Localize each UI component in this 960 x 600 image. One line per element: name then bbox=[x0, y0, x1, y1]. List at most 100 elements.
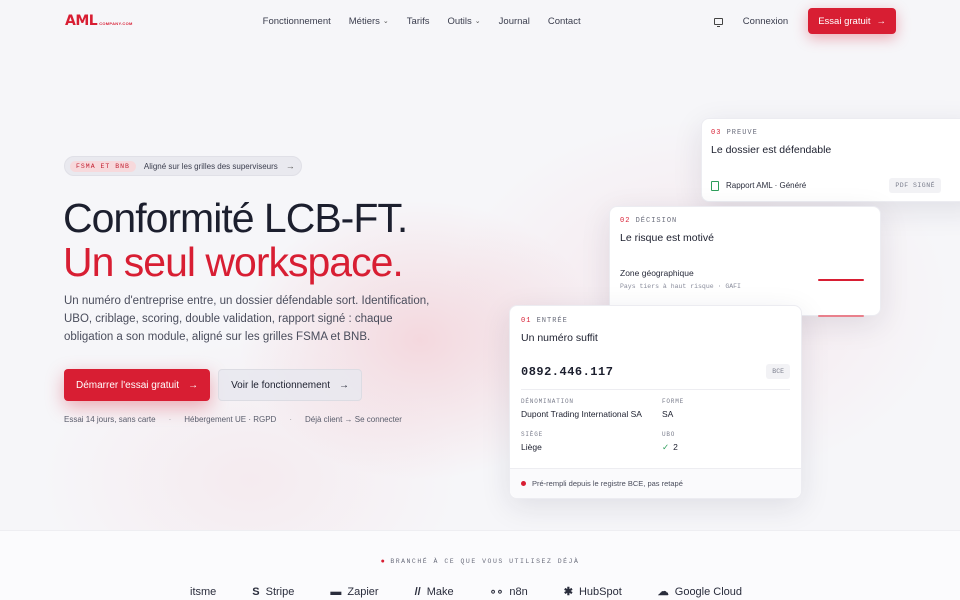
company-fields: DÉNOMINATION Dupont Trading Internationa… bbox=[521, 398, 790, 453]
report-row: Rapport AML · Généré PDF SIGNÉ bbox=[711, 178, 960, 193]
status-dot bbox=[521, 481, 526, 486]
prefill-note: Pré-rempli depuis le registre BCE, pas r… bbox=[510, 468, 801, 498]
logo-label: n8n bbox=[509, 585, 528, 598]
document-icon bbox=[711, 180, 719, 191]
risk-bar bbox=[818, 315, 864, 317]
card-title: Le risque est motivé bbox=[620, 232, 714, 244]
nav-link-label: Fonctionnement bbox=[262, 15, 331, 27]
pdf-signed-tag: PDF SIGNÉ bbox=[889, 178, 941, 193]
nav-link-tarifs[interactable]: Tarifs bbox=[407, 16, 430, 27]
company-number-row: 0892.446.117 BCE bbox=[521, 364, 790, 379]
decision-card: 02 DÉCISION Le risque est motivé Zone gé… bbox=[609, 206, 881, 317]
field-value: Dupont Trading International SA bbox=[521, 409, 642, 419]
bce-tag: BCE bbox=[766, 364, 790, 379]
trial-button[interactable]: Essai gratuit → bbox=[808, 8, 896, 34]
title-line-1: Conformité LCB-FT. bbox=[63, 195, 408, 241]
arrow-right-icon: → bbox=[285, 161, 295, 171]
status-dot: ● bbox=[380, 558, 387, 566]
risk-bar bbox=[818, 279, 864, 281]
arrow-right-icon: → bbox=[876, 15, 887, 27]
logo-sub: COMPANY.COM bbox=[99, 21, 133, 26]
logo-label: HubSpot bbox=[578, 585, 622, 598]
monitor-icon[interactable] bbox=[713, 17, 723, 27]
field-label: DÉNOMINATION bbox=[521, 398, 574, 405]
page-title: Conformité LCB-FT. Un seul workspace. bbox=[63, 195, 408, 285]
logo[interactable]: AML COMPANY.COM bbox=[65, 13, 133, 29]
logo-label: Google Cloud bbox=[674, 585, 743, 598]
check-icon: ✓ bbox=[662, 442, 670, 452]
trial-button-label: Essai gratuit bbox=[818, 15, 871, 27]
logo-hubspot: ✱ HubSpot bbox=[563, 585, 622, 599]
field-ubo: UBO ✓ 2 bbox=[662, 431, 790, 453]
card-title: Le dossier est défendable bbox=[711, 144, 832, 156]
integration-logos: itsme S Stripe ▬ Zapier // Make ∘∘ n8n ✱ HubS… bbox=[190, 585, 743, 599]
title-line-2: Un seul workspace. bbox=[63, 239, 404, 285]
step-label: DÉCISION bbox=[635, 217, 678, 225]
stripe-icon: S bbox=[252, 585, 260, 598]
nav-link-journal[interactable]: Journal bbox=[499, 16, 530, 27]
badge-text: Aligné sur les grilles des superviseurs bbox=[143, 161, 278, 171]
field-value: Liège bbox=[521, 442, 542, 452]
step-number: 01 bbox=[521, 317, 532, 325]
card-kicker: 02 DÉCISION bbox=[620, 217, 870, 225]
cloud-icon: ☁ bbox=[657, 586, 669, 598]
meta-login-link[interactable]: Déjà client → Se connecter bbox=[305, 415, 402, 424]
nav-link-fonctionnement[interactable]: Fonctionnement bbox=[263, 16, 331, 27]
nav-link-metiers[interactable]: Métiers ⌄ bbox=[349, 16, 389, 27]
logo-stripe: S Stripe bbox=[252, 586, 294, 598]
logo-label: Make bbox=[426, 585, 454, 598]
start-trial-label: Démarrer l'essai gratuit bbox=[76, 379, 180, 391]
separator: · bbox=[289, 415, 292, 424]
how-it-works-button[interactable]: Voir le fonctionnement → bbox=[218, 369, 363, 401]
start-trial-button[interactable]: Démarrer l'essai gratuit → bbox=[64, 369, 211, 401]
field-value-row: ✓ 2 bbox=[662, 442, 790, 453]
arrow-right-icon: → bbox=[339, 379, 350, 391]
risk-factor-detail: Pays tiers à haut risque · GAFI bbox=[620, 283, 741, 290]
nav-link-label: Contact bbox=[547, 15, 581, 27]
field-label: UBO bbox=[662, 431, 676, 438]
how-it-works-label: Voir le fonctionnement bbox=[231, 379, 331, 391]
separator: · bbox=[168, 415, 172, 424]
field-value: SA bbox=[662, 409, 674, 419]
field-label: FORME bbox=[662, 398, 685, 405]
chevron-down-icon: ⌄ bbox=[382, 18, 389, 25]
nav-link-label: Journal bbox=[498, 15, 530, 27]
logo-itsme: itsme bbox=[190, 586, 216, 598]
logo-mark: AML bbox=[65, 13, 98, 29]
hero-lead: Un numéro d'entreprise entre, un dossier… bbox=[64, 295, 430, 343]
nav-link-contact[interactable]: Contact bbox=[548, 16, 581, 27]
field-value: 2 bbox=[673, 442, 678, 452]
proof-card: 03 PREUVE Le dossier est défendable Rapp… bbox=[701, 118, 960, 202]
field-siege: SIÈGE Liège bbox=[521, 431, 662, 453]
nav-links: Fonctionnement Métiers ⌄ Tarifs Outils ⌄ J… bbox=[263, 16, 581, 27]
card-title: Un numéro suffit bbox=[521, 332, 598, 344]
badge-tag: FSMA ET BNB bbox=[70, 160, 136, 172]
logo-label: Zapier bbox=[347, 585, 379, 598]
field-label: SIÈGE bbox=[521, 431, 544, 438]
step-label: ENTRÉE bbox=[536, 317, 568, 325]
integrations-kicker-text: BRANCHÉ À CE QUE VOUS UTILISEZ DÉJÀ bbox=[390, 558, 580, 565]
hero-cta-row: Démarrer l'essai gratuit → Voir le fonct… bbox=[64, 369, 363, 401]
logo-label: Stripe bbox=[265, 585, 295, 598]
zapier-icon: ▬ bbox=[330, 585, 342, 598]
step-number: 03 bbox=[711, 129, 722, 137]
login-link[interactable]: Connexion bbox=[743, 16, 788, 27]
entry-card: 01 ENTRÉE Un numéro suffit 0892.446.117 … bbox=[509, 305, 802, 499]
n8n-icon: ∘∘ bbox=[489, 586, 504, 598]
step-number: 02 bbox=[620, 217, 631, 225]
logo-label: itsme bbox=[190, 585, 217, 598]
meta-hosting: Hébergement UE · RGPD bbox=[184, 415, 277, 424]
risk-factor-label: Zone géographique bbox=[620, 268, 694, 278]
supervisor-badge[interactable]: FSMA ET BNB Aligné sur les grilles des s… bbox=[64, 156, 302, 176]
nav-link-label: Outils bbox=[447, 15, 472, 27]
arrow-right-icon: → bbox=[188, 379, 199, 391]
logo-n8n: ∘∘ n8n bbox=[489, 585, 528, 599]
logo-zapier: ▬ Zapier bbox=[330, 586, 378, 598]
logo-google-cloud: ☁ Google Cloud bbox=[657, 585, 743, 599]
chevron-down-icon: ⌄ bbox=[474, 18, 481, 25]
prefill-note-text: Pré-rempli depuis le registre BCE, pas r… bbox=[532, 479, 683, 488]
company-number: 0892.446.117 bbox=[521, 364, 614, 379]
nav-link-outils[interactable]: Outils ⌄ bbox=[448, 16, 481, 27]
card-kicker: 01 ENTRÉE bbox=[521, 317, 790, 325]
hubspot-icon: ✱ bbox=[563, 586, 573, 598]
